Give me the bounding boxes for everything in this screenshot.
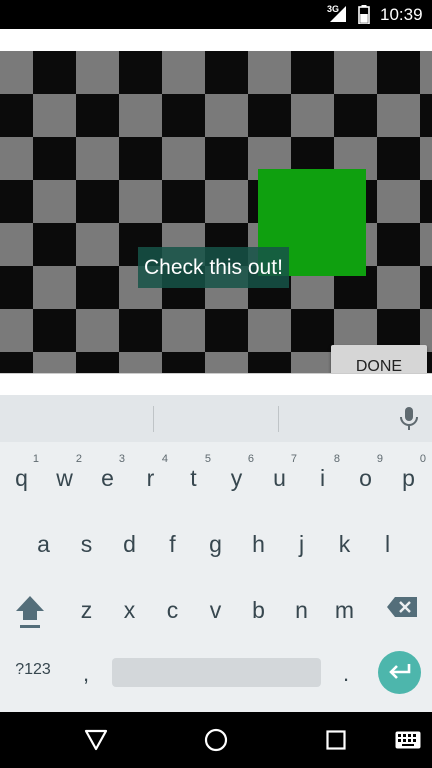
- key-letter: t: [190, 465, 197, 491]
- key-m[interactable]: m: [323, 579, 366, 637]
- key-y[interactable]: 6y: [215, 447, 258, 505]
- key-g[interactable]: g: [194, 513, 237, 571]
- key-letter: d: [123, 531, 136, 557]
- key-l[interactable]: l: [366, 513, 409, 571]
- key-f[interactable]: f: [151, 513, 194, 571]
- key-letter: n: [295, 597, 308, 623]
- key-w[interactable]: 2w: [43, 447, 86, 505]
- key-letter: k: [338, 531, 351, 557]
- key-hint: 7: [290, 453, 297, 465]
- key-letter: m: [334, 597, 355, 623]
- recents-icon[interactable]: [326, 730, 346, 755]
- key-letter: i: [319, 465, 326, 491]
- key-letter: g: [209, 531, 222, 557]
- key-letter: c: [166, 597, 179, 623]
- top-strip: [0, 29, 432, 51]
- microphone-icon[interactable]: [398, 406, 420, 437]
- key-j[interactable]: j: [280, 513, 323, 571]
- key-letter: j: [298, 531, 305, 557]
- key-hint: 1: [32, 453, 39, 465]
- key-letter: w: [56, 465, 73, 491]
- key-hint: 3: [118, 453, 125, 465]
- battery-icon: [358, 5, 370, 29]
- backspace-icon: [387, 597, 417, 617]
- key-letter: p: [402, 465, 415, 491]
- key-a[interactable]: a: [22, 513, 65, 571]
- key-d[interactable]: d: [108, 513, 151, 571]
- shift-key[interactable]: [14, 594, 46, 635]
- suggestion-divider: [278, 406, 279, 432]
- period-key[interactable]: .: [336, 661, 356, 687]
- status-bar: 3G 10:39: [0, 0, 432, 29]
- key-hint: 5: [204, 453, 211, 465]
- key-letter: f: [169, 531, 176, 557]
- key-hint: 9: [376, 453, 383, 465]
- shift-arrow-icon: [16, 596, 44, 628]
- key-v[interactable]: v: [194, 579, 237, 637]
- checkerboard-canvas[interactable]: Check this out! DONE: [0, 51, 432, 373]
- comma-key[interactable]: ,: [76, 661, 96, 687]
- key-letter: b: [252, 597, 265, 623]
- enter-key[interactable]: [378, 651, 421, 694]
- toast-message: Check this out!: [138, 247, 289, 288]
- navigation-bar: [0, 712, 432, 768]
- soft-keyboard: 1q 2w 3e 4r 5t 6y 7u 8i 9o 0p a s d f g …: [0, 395, 432, 712]
- key-letter: a: [37, 531, 50, 557]
- key-q[interactable]: 1q: [0, 447, 43, 505]
- key-b[interactable]: b: [237, 579, 280, 637]
- key-letter: h: [252, 531, 265, 557]
- key-h[interactable]: h: [237, 513, 280, 571]
- suggestion-strip: [0, 395, 432, 442]
- key-letter: e: [101, 465, 114, 491]
- key-letter: z: [80, 597, 93, 623]
- back-icon[interactable]: [84, 729, 108, 756]
- key-hint: 6: [247, 453, 254, 465]
- key-t[interactable]: 5t: [172, 447, 215, 505]
- key-letter: q: [15, 465, 28, 491]
- key-k[interactable]: k: [323, 513, 366, 571]
- done-button[interactable]: DONE: [331, 345, 427, 373]
- key-letter: y: [230, 465, 243, 491]
- text-input-field[interactable]: [0, 373, 432, 395]
- key-u[interactable]: 7u: [258, 447, 301, 505]
- key-letter: u: [273, 465, 286, 491]
- keyboard-switch-icon[interactable]: [395, 731, 421, 754]
- key-e[interactable]: 3e: [86, 447, 129, 505]
- key-s[interactable]: s: [65, 513, 108, 571]
- symbols-key[interactable]: ?123: [8, 661, 58, 679]
- backspace-key[interactable]: [386, 596, 418, 623]
- key-p[interactable]: 0p: [387, 447, 430, 505]
- key-n[interactable]: n: [280, 579, 323, 637]
- suggestion-divider: [153, 406, 154, 432]
- key-r[interactable]: 4r: [129, 447, 172, 505]
- key-hint: 4: [161, 453, 168, 465]
- key-letter: x: [123, 597, 136, 623]
- key-o[interactable]: 9o: [344, 447, 387, 505]
- key-i[interactable]: 8i: [301, 447, 344, 505]
- key-letter: v: [209, 597, 222, 623]
- key-hint: 2: [75, 453, 82, 465]
- enter-arrow-icon: [389, 664, 411, 679]
- home-icon[interactable]: [204, 728, 228, 757]
- key-z[interactable]: z: [65, 579, 108, 637]
- space-bar[interactable]: [112, 658, 321, 687]
- key-hint: 8: [333, 453, 340, 465]
- key-x[interactable]: x: [108, 579, 151, 637]
- key-hint: 0: [419, 453, 426, 465]
- key-letter: s: [80, 531, 93, 557]
- key-letter: o: [359, 465, 372, 491]
- signal-icon: [330, 6, 346, 27]
- key-letter: r: [146, 465, 155, 491]
- clock: 10:39: [380, 5, 423, 24]
- key-letter: l: [384, 531, 391, 557]
- key-c[interactable]: c: [151, 579, 194, 637]
